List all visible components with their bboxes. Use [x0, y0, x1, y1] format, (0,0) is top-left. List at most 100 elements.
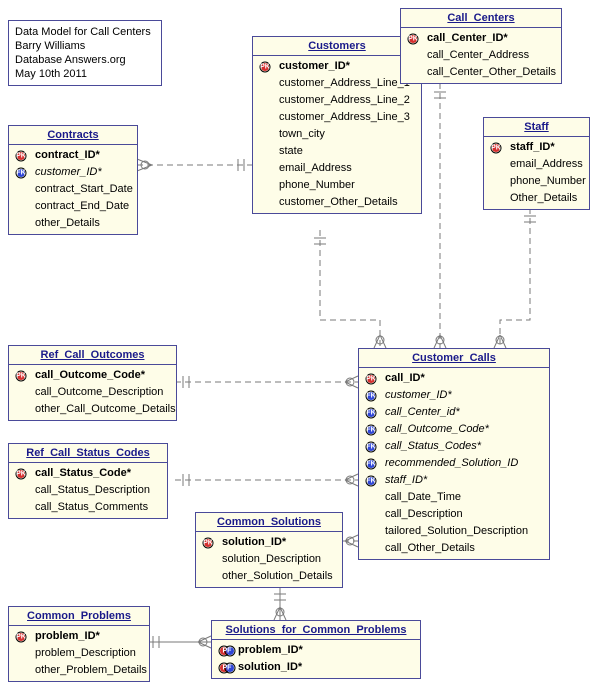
pf-key-icon: PF — [218, 662, 234, 674]
attr-row: FKcall_Status_Codes* — [359, 438, 549, 455]
attr-name: customer_ID* — [35, 165, 102, 180]
fk-key-icon: FK — [365, 458, 381, 470]
entity-attrs: PKsolution_ID*solution_Descriptionother_… — [196, 532, 342, 587]
attr-row: PKcall_Center_ID* — [401, 30, 561, 47]
entity-title: Ref_Call_Status_Codes — [9, 444, 167, 463]
diagram-canvas: { "note": { "line1": "Data Model for Cal… — [0, 0, 597, 690]
attr-name: call_Status_Comments — [35, 500, 148, 515]
note-line: Barry Williams — [15, 39, 155, 53]
blank-icon — [202, 554, 218, 566]
entity-customers: Customers PKcustomer_ID*customer_Address… — [252, 36, 422, 214]
entity-title: Ref_Call_Outcomes — [9, 346, 176, 365]
attr-row: call_Other_Details — [359, 540, 549, 557]
fk-key-icon: FK — [365, 441, 381, 453]
entity-attrs: PK staff_ID* email_Address phone_Number Othe… — [484, 137, 589, 209]
entity-attrs: PKproblem_ID*problem_Descriptionother_Pr… — [9, 626, 149, 681]
entity-attrs: PKcall_Outcome_Code*call_Outcome_Descrip… — [9, 365, 176, 420]
attr-row: PKproblem_ID* — [9, 628, 149, 645]
attr-name: call_ID* — [385, 371, 425, 386]
attr-row: FKcall_Outcome_Code* — [359, 421, 549, 438]
attr-name: town_city — [279, 127, 325, 142]
blank-icon — [15, 184, 31, 196]
attr-row: solution_Description — [196, 551, 342, 568]
pk-key-icon: PK — [15, 370, 31, 382]
blank-icon — [490, 176, 506, 188]
attr-name: call_Other_Details — [385, 541, 475, 556]
attr-row: FK recommended_Solution_ID — [359, 455, 549, 472]
attr-row: state — [253, 143, 421, 160]
attr-name: customer_Address_Line_1 — [279, 76, 410, 91]
attr-row: PKsolution_ID* — [196, 534, 342, 551]
pk-key-icon: PK — [490, 142, 506, 154]
blank-icon — [365, 509, 381, 521]
attr-name: customer_Other_Details — [279, 195, 398, 210]
entity-customer-calls: Customer_Calls PKcall_ID*FKcustomer_ID*F… — [358, 348, 550, 560]
svg-text:FK: FK — [366, 477, 375, 484]
blank-icon — [15, 201, 31, 213]
entity-title: Customer_Calls — [359, 349, 549, 368]
attr-row: email_Address — [484, 156, 589, 173]
blank-icon — [259, 180, 275, 192]
svg-text:PK: PK — [16, 152, 26, 159]
attr-name: call_Status_Description — [35, 483, 150, 498]
entity-ref-call-status-codes: Ref_Call_Status_Codes PK call_Status_Code… — [8, 443, 168, 519]
entity-attrs: PKcall_Center_ID*call_Center_Addresscall… — [401, 28, 561, 83]
attr-row: call_Description — [359, 506, 549, 523]
attr-name: contract_ID* — [35, 148, 100, 163]
attr-row: PK staff_ID* — [484, 139, 589, 156]
entity-attrs: PKcustomer_ID*customer_Address_Line_1cus… — [253, 56, 421, 213]
attr-row: customer_Address_Line_3 — [253, 109, 421, 126]
attr-row: other_Problem_Details — [9, 662, 149, 679]
svg-text:PK: PK — [16, 633, 26, 640]
note-line: Data Model for Call Centers — [15, 25, 155, 39]
attr-name: solution_ID* — [222, 535, 286, 550]
attr-row: call_Center_Address — [401, 47, 561, 64]
blank-icon — [259, 146, 275, 158]
attr-row: other_Solution_Details — [196, 568, 342, 585]
attr-row: customer_Other_Details — [253, 194, 421, 211]
entity-title: Common_Problems — [9, 607, 149, 626]
attr-name: recommended_Solution_ID — [385, 456, 518, 471]
attr-name: call_Center_id* — [385, 405, 460, 420]
pk-key-icon: PK — [15, 468, 31, 480]
svg-text:FK: FK — [366, 409, 375, 416]
attr-row: FK customer_ID* — [9, 164, 137, 181]
entity-attrs: PK contract_ID* FK customer_ID*contract_Sta… — [9, 145, 137, 234]
attr-row: customer_Address_Line_2 — [253, 92, 421, 109]
attr-name: call_Status_Code* — [35, 466, 131, 481]
attr-name: customer_Address_Line_2 — [279, 93, 410, 108]
attr-name: other_Call_Outcome_Details — [35, 402, 176, 417]
blank-icon — [259, 129, 275, 141]
attr-name: customer_ID* — [279, 59, 350, 74]
entity-title: Contracts — [9, 126, 137, 145]
entity-attrs: PKcall_ID*FKcustomer_ID*FKcall_Center_id… — [359, 368, 549, 559]
attr-name: staff_ID* — [510, 140, 555, 155]
attr-row: contract_Start_Date — [9, 181, 137, 198]
attr-row: call_Status_Description — [9, 482, 167, 499]
entity-common-solutions: Common_Solutions PKsolution_ID*solution_… — [195, 512, 343, 588]
attr-row: PK call_ID* — [359, 370, 549, 387]
blank-icon — [15, 648, 31, 660]
svg-text:FK: FK — [366, 392, 375, 399]
blank-icon — [259, 112, 275, 124]
fk-key-icon: FK — [365, 390, 381, 402]
attr-name: contract_End_Date — [35, 199, 129, 214]
entity-title: Common_Solutions — [196, 513, 342, 532]
attr-row: FK staff_ID* — [359, 472, 549, 489]
attr-name: phone_Number — [510, 174, 586, 189]
attr-name: email_Address — [510, 157, 583, 172]
attr-row: FK call_Center_id* — [359, 404, 549, 421]
entity-title: Customers — [253, 37, 421, 56]
pk-key-icon: PK — [15, 150, 31, 162]
attr-name: problem_Description — [35, 646, 136, 661]
pk-key-icon: PK — [365, 373, 381, 385]
attr-name: staff_ID* — [385, 473, 427, 488]
pk-key-icon: PK — [15, 631, 31, 643]
svg-text:FK: FK — [16, 169, 25, 176]
svg-text:FK: FK — [366, 460, 375, 467]
svg-text:PK: PK — [366, 375, 376, 382]
entity-ref-call-outcomes: Ref_Call_Outcomes PKcall_Outcome_Code*ca… — [8, 345, 177, 421]
attr-name: customer_Address_Line_3 — [279, 110, 410, 125]
attr-row: town_city — [253, 126, 421, 143]
attr-name: Other_Details — [510, 191, 577, 206]
